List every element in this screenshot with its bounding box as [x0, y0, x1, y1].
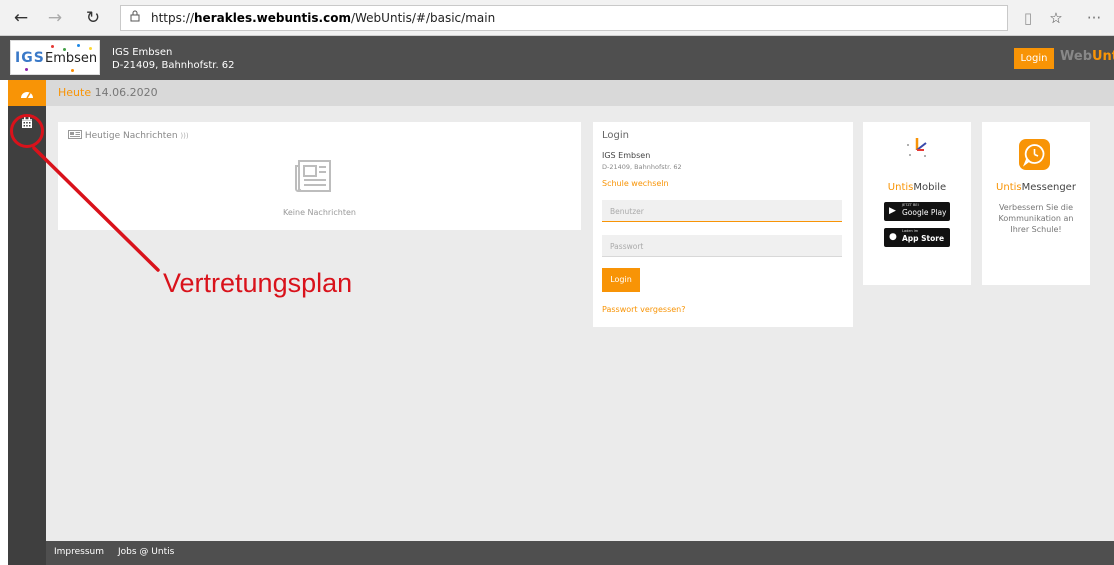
url-path: /WebUntis/#/basic/main	[350, 11, 496, 25]
annotation-label: Vertretungsplan	[163, 268, 353, 298]
url-text: https://herakles.webuntis.com/WebUntis/#…	[151, 11, 495, 25]
logo-dot	[77, 44, 80, 47]
messenger-title-untis: Untis	[996, 182, 1022, 193]
messenger-title-messenger: Messenger	[1021, 182, 1076, 193]
messenger-logo-icon	[1019, 139, 1050, 170]
url-prefix: https://	[151, 11, 195, 25]
google-play-small: JETZT BEI	[902, 203, 919, 207]
untis-mobile-logo-icon	[905, 136, 929, 160]
logo-dot	[89, 47, 92, 50]
rss-icon[interactable]: )))	[180, 132, 188, 140]
logo-dot	[71, 69, 74, 72]
lock-icon	[127, 10, 143, 26]
favorite-star-icon[interactable]: ☆	[1046, 8, 1066, 28]
browser-toolbar: ← → ↻ https://herakles.webuntis.com/WebU…	[0, 0, 1114, 36]
header-login-button[interactable]: Login	[1014, 48, 1054, 69]
forgot-password-link[interactable]: Passwort vergessen?	[602, 305, 686, 314]
date-bar: Heute 14.06.2020	[46, 80, 1114, 106]
logo-igs-text: IGS	[15, 50, 45, 66]
url-host: herakles.webuntis.com	[194, 11, 351, 25]
login-title: Login	[602, 130, 629, 141]
login-school-address: D-21409, Bahnhofstr. 62	[602, 163, 682, 171]
dashboard-icon	[21, 92, 33, 99]
no-news-text: Keine Nachrichten	[283, 208, 356, 217]
school-address: D-21409, Bahnhofstr. 62	[112, 60, 235, 71]
newspaper-small-icon	[68, 130, 82, 139]
app-store-small: Laden im	[902, 229, 919, 233]
google-play-label: Google Play	[902, 208, 947, 217]
brand-web: Web	[1060, 49, 1092, 64]
newspaper-icon	[295, 160, 331, 192]
app-store-button[interactable]: ● Laden im App Store	[884, 228, 950, 247]
mobile-title-mobile: Mobile	[913, 182, 947, 193]
google-play-icon: ▶	[889, 206, 896, 216]
refresh-icon[interactable]: ↻	[82, 7, 104, 29]
address-bar[interactable]: https://herakles.webuntis.com/WebUntis/#…	[120, 5, 1008, 31]
news-card: Heutige Nachrichten ))) Keine Nachrichte…	[58, 122, 581, 230]
jobs-link[interactable]: Jobs @ Untis	[118, 547, 174, 557]
login-button[interactable]: Login	[602, 268, 640, 292]
untis-mobile-card: UntisMobile ▶ JETZT BEI Google Play ● La…	[863, 122, 971, 285]
news-title: Heutige Nachrichten	[84, 131, 178, 141]
apple-icon: ●	[889, 232, 897, 242]
forward-icon[interactable]: →	[44, 7, 66, 29]
school-logo[interactable]: IGS Embsen	[10, 40, 100, 75]
webuntis-app: IGS Embsen IGS Embsen D-21409, Bahnhofst…	[0, 36, 1114, 565]
impressum-link[interactable]: Impressum	[54, 547, 104, 557]
login-card: Login IGS Embsen D-21409, Bahnhofstr. 62…	[593, 122, 853, 327]
logo-embsen-text: Embsen	[45, 51, 98, 66]
news-header: Heutige Nachrichten )))	[68, 130, 189, 141]
brand-untis: Untis	[1092, 49, 1114, 64]
top-header: IGS Embsen IGS Embsen D-21409, Bahnhofst…	[0, 36, 1114, 80]
login-school-name: IGS Embsen	[602, 151, 651, 160]
messenger-description: Verbessern Sie die Kommunikation an Ihre…	[998, 203, 1074, 234]
more-menu-icon[interactable]: ···	[1084, 8, 1104, 28]
back-icon[interactable]: ←	[10, 7, 32, 29]
logo-dot	[25, 68, 28, 71]
left-edge	[0, 80, 8, 565]
sidebar-item-dashboard[interactable]	[8, 80, 46, 106]
change-school-link[interactable]: Schule wechseln	[602, 179, 669, 188]
untis-messenger-card: UntisMessenger Verbessern Sie die Kommun…	[982, 122, 1090, 285]
untis-mobile-title: UntisMobile	[863, 182, 971, 193]
untis-messenger-title: UntisMessenger	[982, 182, 1090, 193]
today-label: Heute 14.06.2020	[58, 86, 158, 99]
webuntis-brand: WebUntis	[1060, 49, 1114, 64]
today-date: 14.06.2020	[94, 86, 158, 99]
app-store-label: App Store	[902, 234, 945, 243]
logo-dot	[51, 45, 54, 48]
reading-view-icon[interactable]: ▯	[1018, 8, 1038, 28]
sidebar	[8, 80, 46, 565]
footer: Impressum Jobs @ Untis	[46, 541, 1114, 565]
today-text: Heute	[58, 86, 92, 99]
school-info: IGS Embsen D-21409, Bahnhofstr. 62	[112, 46, 235, 72]
annotation-circle	[10, 114, 44, 148]
username-field[interactable]: Benutzer	[602, 200, 842, 222]
mobile-title-untis: Untis	[887, 182, 914, 193]
google-play-button[interactable]: ▶ JETZT BEI Google Play	[884, 202, 950, 221]
school-name: IGS Embsen	[112, 47, 173, 58]
password-field[interactable]: Passwort	[602, 235, 842, 257]
